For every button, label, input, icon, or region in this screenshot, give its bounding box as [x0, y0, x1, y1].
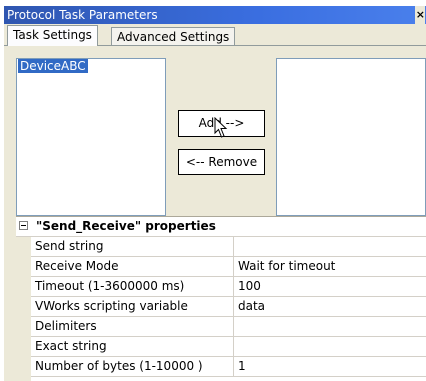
selected-devices-list[interactable]: [276, 58, 426, 216]
property-value[interactable]: data: [234, 297, 426, 316]
property-name: Receive Mode: [31, 257, 234, 276]
property-grid-gutter: [16, 237, 31, 381]
property-row-send-string[interactable]: Send string: [31, 237, 426, 257]
property-value[interactable]: [234, 317, 426, 336]
property-value[interactable]: 100: [234, 277, 426, 296]
property-row-timeout[interactable]: Timeout (1-3600000 ms) 100: [31, 277, 426, 297]
list-item[interactable]: DeviceABC: [17, 59, 165, 73]
property-value[interactable]: [234, 237, 426, 256]
tab-strip: Task Settings Advanced Settings: [4, 24, 426, 46]
collapse-icon[interactable]: [19, 221, 28, 230]
property-value[interactable]: Wait for timeout: [234, 257, 426, 276]
panel-titlebar: Protocol Task Parameters: [4, 6, 426, 24]
close-icon[interactable]: ×: [415, 6, 425, 24]
property-name: Send string: [31, 237, 234, 256]
protocol-task-parameters-panel: Protocol Task Parameters × Task Settings…: [4, 6, 426, 381]
panel-title: Protocol Task Parameters: [7, 8, 158, 22]
property-row-number-of-bytes[interactable]: Number of bytes (1-10000 ) 1: [31, 357, 426, 377]
property-row-exact-string[interactable]: Exact string: [31, 337, 426, 357]
tab-advanced-settings[interactable]: Advanced Settings: [111, 27, 236, 46]
property-category-title: "Send_Receive" properties: [36, 219, 216, 233]
available-devices-list[interactable]: DeviceABC: [16, 58, 166, 216]
property-grid: "Send_Receive" properties Send string Re…: [16, 216, 426, 381]
property-value[interactable]: [234, 337, 426, 356]
mouse-pointer-icon: [214, 117, 228, 138]
property-name: VWorks scripting variable: [31, 297, 234, 316]
property-name: Exact string: [31, 337, 234, 356]
property-name: Timeout (1-3600000 ms): [31, 277, 234, 296]
property-row-delimiters[interactable]: Delimiters: [31, 317, 426, 337]
property-row-scripting-variable[interactable]: VWorks scripting variable data: [31, 297, 426, 317]
property-value[interactable]: 1: [234, 357, 426, 376]
property-name: Delimiters: [31, 317, 234, 336]
property-row-receive-mode[interactable]: Receive Mode Wait for timeout: [31, 257, 426, 277]
tab-task-settings[interactable]: Task Settings: [7, 25, 98, 46]
remove-button[interactable]: <-- Remove: [178, 149, 265, 175]
property-name: Number of bytes (1-10000 ): [31, 357, 234, 376]
list-item-label: DeviceABC: [18, 59, 88, 73]
property-category-header[interactable]: "Send_Receive" properties: [16, 217, 426, 237]
transfer-buttons-area: Add --> <-- Remove: [166, 58, 276, 216]
